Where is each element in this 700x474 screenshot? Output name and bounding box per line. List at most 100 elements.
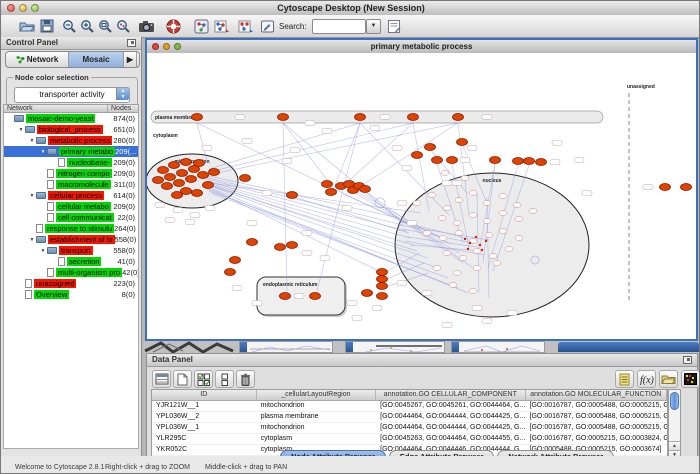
column-cellular-layout-region[interactable]: _cellularLayoutRegion xyxy=(257,390,377,400)
save-session-icon[interactable] xyxy=(37,17,57,35)
gene-node[interactable] xyxy=(240,175,251,182)
gene-node[interactable] xyxy=(360,186,371,193)
filter-icon[interactable] xyxy=(236,17,256,35)
background-window-titlebar[interactable] xyxy=(558,342,699,352)
float-panel-icon[interactable] xyxy=(127,39,136,47)
network-overview-icon[interactable] xyxy=(191,17,211,35)
delete-attribute-icon[interactable] xyxy=(236,370,255,388)
tree-row[interactable]: multi-organism pro42(0) xyxy=(4,267,138,278)
float-data-panel-icon[interactable] xyxy=(683,356,692,364)
select-attributes-icon[interactable] xyxy=(194,370,213,388)
gene-node[interactable] xyxy=(247,239,258,246)
table-row[interactable]: YJR121W__1mitochondrion[GO:0045267, GO:0… xyxy=(152,401,667,412)
tab-network[interactable]: Network xyxy=(6,52,69,67)
gene-node[interactable] xyxy=(432,157,443,164)
zoom-fit-icon[interactable] xyxy=(95,17,115,35)
node-color-combo[interactable]: transporter activity ▲▼ xyxy=(14,87,130,103)
table-row[interactable]: YPL036W__1mitochondrion[GO:0044464, GO:0… xyxy=(152,423,667,434)
gene-node[interactable] xyxy=(225,269,236,276)
gene-node[interactable] xyxy=(209,169,220,176)
gene-node[interactable] xyxy=(513,158,524,165)
expander-icon[interactable]: ▼ xyxy=(39,248,47,254)
gene-node[interactable] xyxy=(194,160,205,167)
network-view-window[interactable]: primary metabolic process plasma membran… xyxy=(145,38,698,341)
column-go-molecular-function[interactable]: annotation.GO MOLECULAR_FUNCTION xyxy=(526,390,667,400)
tree-row[interactable]: nucleobase-209(0) xyxy=(4,157,138,168)
unselect-attributes-icon[interactable] xyxy=(215,370,234,388)
gene-node[interactable] xyxy=(287,192,298,199)
tree-row[interactable]: unassigned223(0) xyxy=(4,278,138,289)
network-canvas[interactable]: plasma membranecytoplasmmitochondrionnuc… xyxy=(147,53,696,339)
gene-node[interactable] xyxy=(536,159,547,166)
gene-node[interactable] xyxy=(158,167,169,174)
expander-icon[interactable]: ▼ xyxy=(28,138,36,144)
gene-node[interactable] xyxy=(524,158,535,165)
import-attributes-icon[interactable] xyxy=(659,370,678,388)
tree-row[interactable]: ▼establishment of lo558(0) xyxy=(4,234,138,245)
tree-row[interactable]: ▼biological_process651(0) xyxy=(4,124,138,135)
gene-node[interactable] xyxy=(355,114,366,121)
more-tabs-arrow-icon[interactable]: ▶ xyxy=(124,52,137,67)
gene-node[interactable] xyxy=(408,114,419,121)
zoom-selected-icon[interactable] xyxy=(113,17,133,35)
gene-node[interactable] xyxy=(287,242,298,249)
create-attribute-icon[interactable] xyxy=(173,370,192,388)
tree-row[interactable]: Overview8(0) xyxy=(4,289,138,300)
column-id[interactable]: ID xyxy=(152,390,257,400)
gene-node[interactable] xyxy=(326,189,337,196)
gene-node[interactable] xyxy=(181,159,192,166)
table-row[interactable]: YPL036W__2plasma membrane[GO:0044464, GO… xyxy=(152,412,667,423)
tree-row[interactable]: macromolecule311(0) xyxy=(4,179,138,190)
combo-stepper-icon[interactable]: ▲▼ xyxy=(116,88,129,100)
gene-node[interactable] xyxy=(174,180,185,187)
label-icon[interactable] xyxy=(615,370,634,388)
expander-icon[interactable]: ▼ xyxy=(28,237,36,243)
function-builder-icon[interactable]: f(x) xyxy=(637,370,656,388)
tree-column-network[interactable]: Network xyxy=(4,105,108,112)
tree-row[interactable]: ▼transport558(0) xyxy=(4,245,138,256)
gene-node[interactable] xyxy=(177,170,188,177)
tree-row[interactable]: ▼primary metabo209(... xyxy=(4,146,138,157)
gene-node[interactable] xyxy=(198,172,209,179)
background-window[interactable] xyxy=(451,341,545,353)
gene-node[interactable] xyxy=(457,139,468,146)
gene-node[interactable] xyxy=(280,293,291,300)
gene-node[interactable] xyxy=(322,181,333,188)
gene-node[interactable] xyxy=(203,182,214,189)
scrollbar-thumb[interactable] xyxy=(670,392,679,410)
annotation-icon[interactable] xyxy=(257,17,277,35)
gene-node[interactable] xyxy=(660,184,671,191)
gene-node[interactable] xyxy=(377,276,388,283)
gene-node[interactable] xyxy=(275,244,286,251)
search-dropdown-arrow-icon[interactable]: ▼ xyxy=(366,19,381,34)
attribute-editor-icon[interactable] xyxy=(384,17,404,35)
gene-node[interactable] xyxy=(412,152,423,159)
background-window[interactable] xyxy=(239,341,333,353)
matrix-icon[interactable] xyxy=(681,370,700,388)
tree-column-nodes[interactable]: Nodes xyxy=(108,105,131,112)
tree-row[interactable]: mosaic-demo-yeast874(0) xyxy=(4,113,138,124)
zoom-in-icon[interactable] xyxy=(77,17,97,35)
gene-node[interactable] xyxy=(162,183,173,190)
gene-node[interactable] xyxy=(165,174,176,181)
tree-row[interactable]: cell communicat22(0) xyxy=(4,212,138,223)
gene-node[interactable] xyxy=(362,290,373,297)
tree-row[interactable]: ▼metabolic process280(0) xyxy=(4,135,138,146)
gene-node[interactable] xyxy=(153,177,164,184)
vizmapper-icon[interactable] xyxy=(212,17,232,35)
gene-node[interactable] xyxy=(192,114,203,121)
zoom-out-icon[interactable] xyxy=(59,17,79,35)
gene-node[interactable] xyxy=(186,176,197,183)
tree-row[interactable]: ▼cellular process614(0) xyxy=(4,190,138,201)
expander-icon[interactable]: ▼ xyxy=(39,149,47,155)
gene-node[interactable] xyxy=(377,269,388,276)
gene-node[interactable] xyxy=(490,157,501,164)
gene-node[interactable] xyxy=(172,192,183,199)
expander-icon[interactable]: ▼ xyxy=(28,193,36,199)
tab-mosaic[interactable]: Mosaic xyxy=(69,52,124,67)
gene-node[interactable] xyxy=(192,190,203,197)
gene-node[interactable] xyxy=(453,114,464,121)
gene-node[interactable] xyxy=(425,144,436,151)
gene-node[interactable] xyxy=(681,184,692,191)
tree-row[interactable]: secretion41(0) xyxy=(4,256,138,267)
